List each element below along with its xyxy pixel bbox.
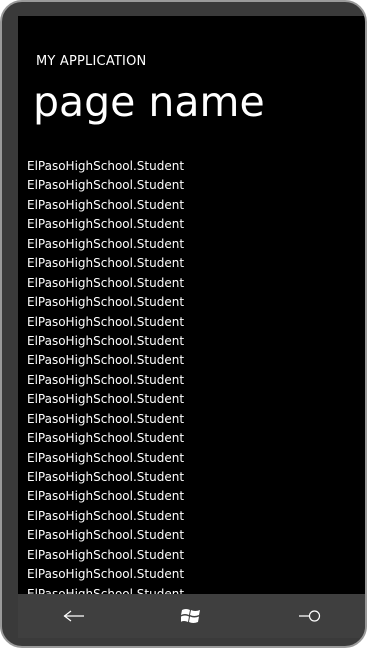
list-item[interactable]: ElPasoHighSchool.Student	[27, 235, 357, 254]
back-button[interactable]	[44, 594, 104, 638]
list-item[interactable]: ElPasoHighSchool.Student	[27, 390, 357, 409]
list-item[interactable]: ElPasoHighSchool.Student	[27, 507, 357, 526]
list-item[interactable]: ElPasoHighSchool.Student	[27, 371, 357, 390]
list-item[interactable]: ElPasoHighSchool.Student	[27, 546, 357, 565]
hardware-navbar	[18, 594, 365, 638]
list-item[interactable]: ElPasoHighSchool.Student	[27, 526, 357, 545]
windows-logo-icon	[181, 609, 200, 623]
list-item[interactable]: ElPasoHighSchool.Student	[27, 196, 357, 215]
app-title: MY APPLICATION	[36, 54, 147, 69]
list-item[interactable]: ElPasoHighSchool.Student	[27, 215, 357, 234]
back-arrow-icon	[63, 610, 84, 622]
list-item[interactable]: ElPasoHighSchool.Student	[27, 585, 357, 594]
list-item[interactable]: ElPasoHighSchool.Student	[27, 176, 357, 195]
list-item[interactable]: ElPasoHighSchool.Student	[27, 565, 357, 584]
phone-screen: MY APPLICATION page name ElPasoHighSchoo…	[18, 16, 365, 594]
student-list[interactable]: ElPasoHighSchool.Student ElPasoHighSchool…	[27, 157, 357, 594]
list-item[interactable]: ElPasoHighSchool.Student	[27, 410, 357, 429]
phone-device: MY APPLICATION page name ElPasoHighSchoo…	[0, 0, 367, 648]
list-item[interactable]: ElPasoHighSchool.Student	[27, 487, 357, 506]
list-item[interactable]: ElPasoHighSchool.Student	[27, 332, 357, 351]
list-item[interactable]: ElPasoHighSchool.Student	[27, 157, 357, 176]
page-title: page name	[33, 78, 265, 126]
list-item[interactable]: ElPasoHighSchool.Student	[27, 429, 357, 448]
list-item[interactable]: ElPasoHighSchool.Student	[27, 293, 357, 312]
list-item[interactable]: ElPasoHighSchool.Student	[27, 313, 357, 332]
search-icon	[299, 610, 321, 622]
list-item[interactable]: ElPasoHighSchool.Student	[27, 254, 357, 273]
start-button[interactable]	[161, 594, 221, 638]
list-item[interactable]: ElPasoHighSchool.Student	[27, 449, 357, 468]
search-button[interactable]	[280, 594, 340, 638]
list-item[interactable]: ElPasoHighSchool.Student	[27, 468, 357, 487]
list-item[interactable]: ElPasoHighSchool.Student	[27, 274, 357, 293]
list-item[interactable]: ElPasoHighSchool.Student	[27, 351, 357, 370]
